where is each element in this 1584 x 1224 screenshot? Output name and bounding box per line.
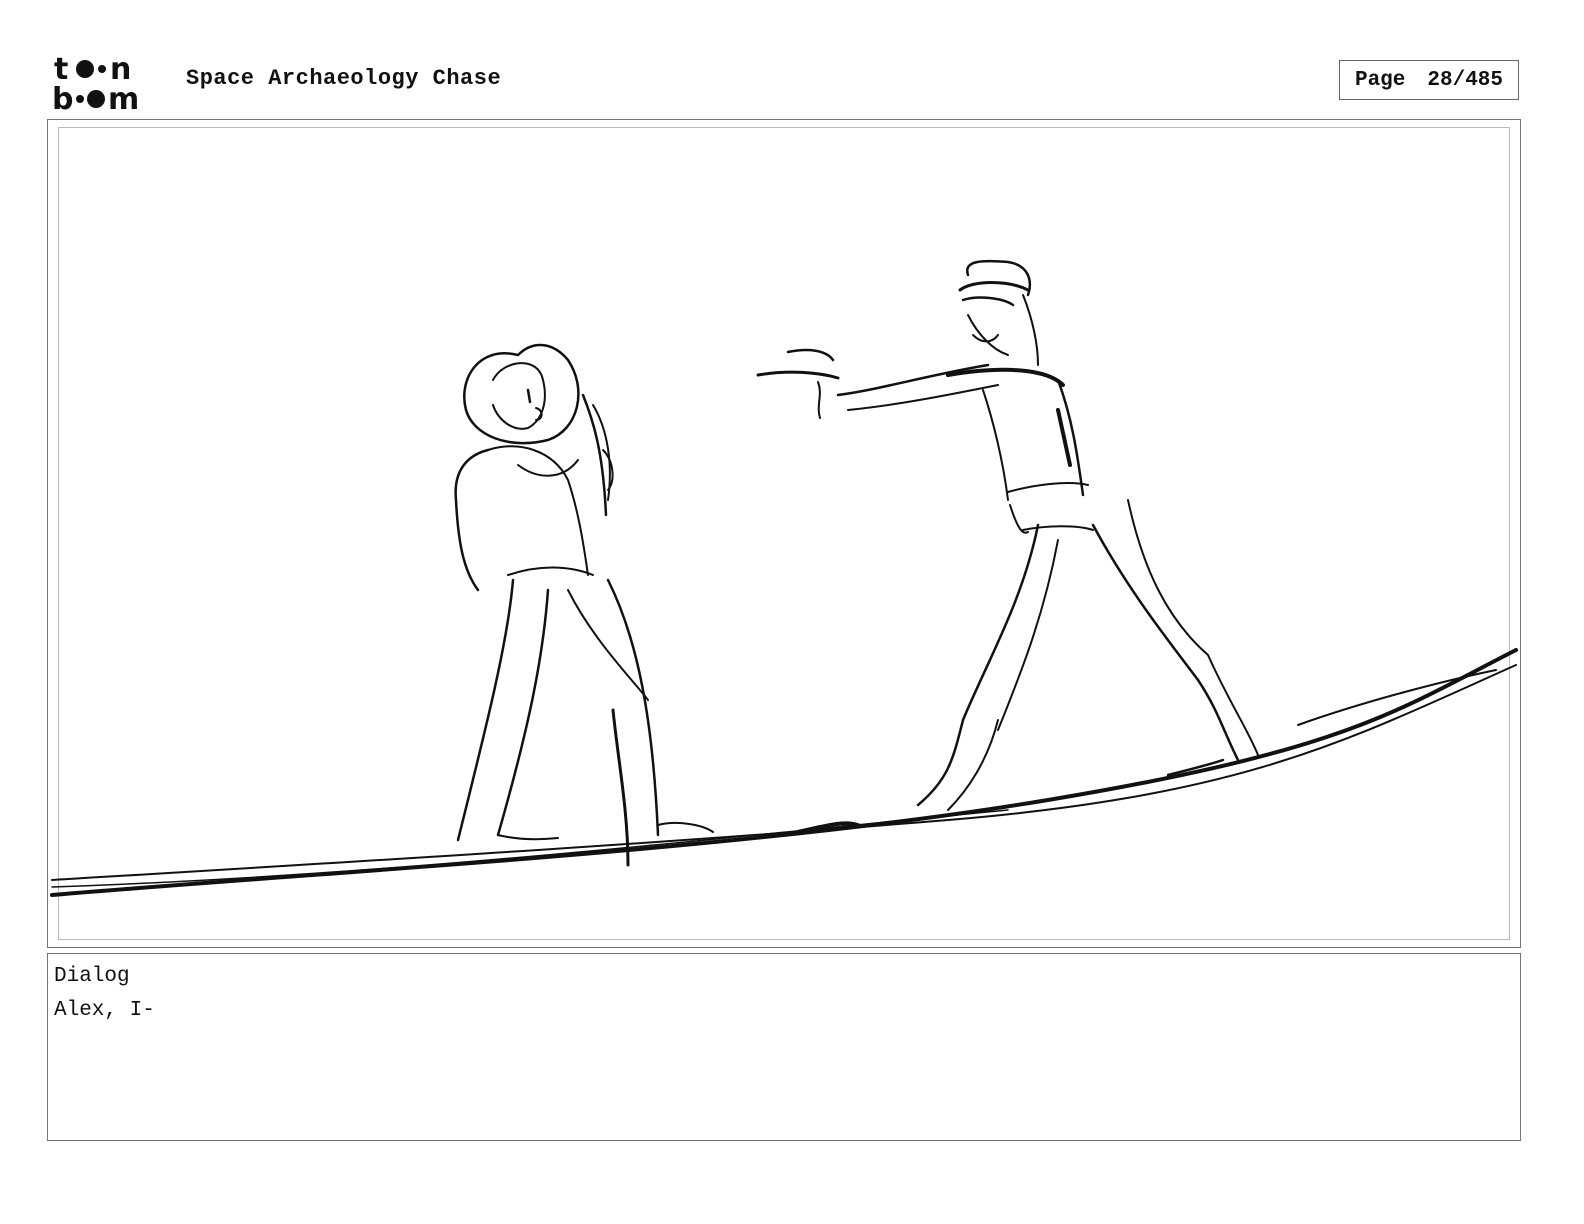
svg-text:b: b [52,82,73,112]
page-label: Page [1354,68,1406,92]
dialog-label: Dialog [54,965,130,988]
project-title: Space Archaeology Chase [186,66,502,91]
storyboard-panel [47,119,1521,948]
sketch-drawing [50,259,1518,897]
page-number: 28/485 [1427,68,1504,92]
dialog-section: Dialog Alex, I- [47,953,1521,1141]
page-indicator: Page 28/485 [1339,60,1519,100]
panel-frame [50,127,1518,940]
dialog-text: Alex, I- [54,999,155,1022]
svg-text:m: m [108,82,139,112]
toonboom-logo: t n b m [52,52,139,112]
